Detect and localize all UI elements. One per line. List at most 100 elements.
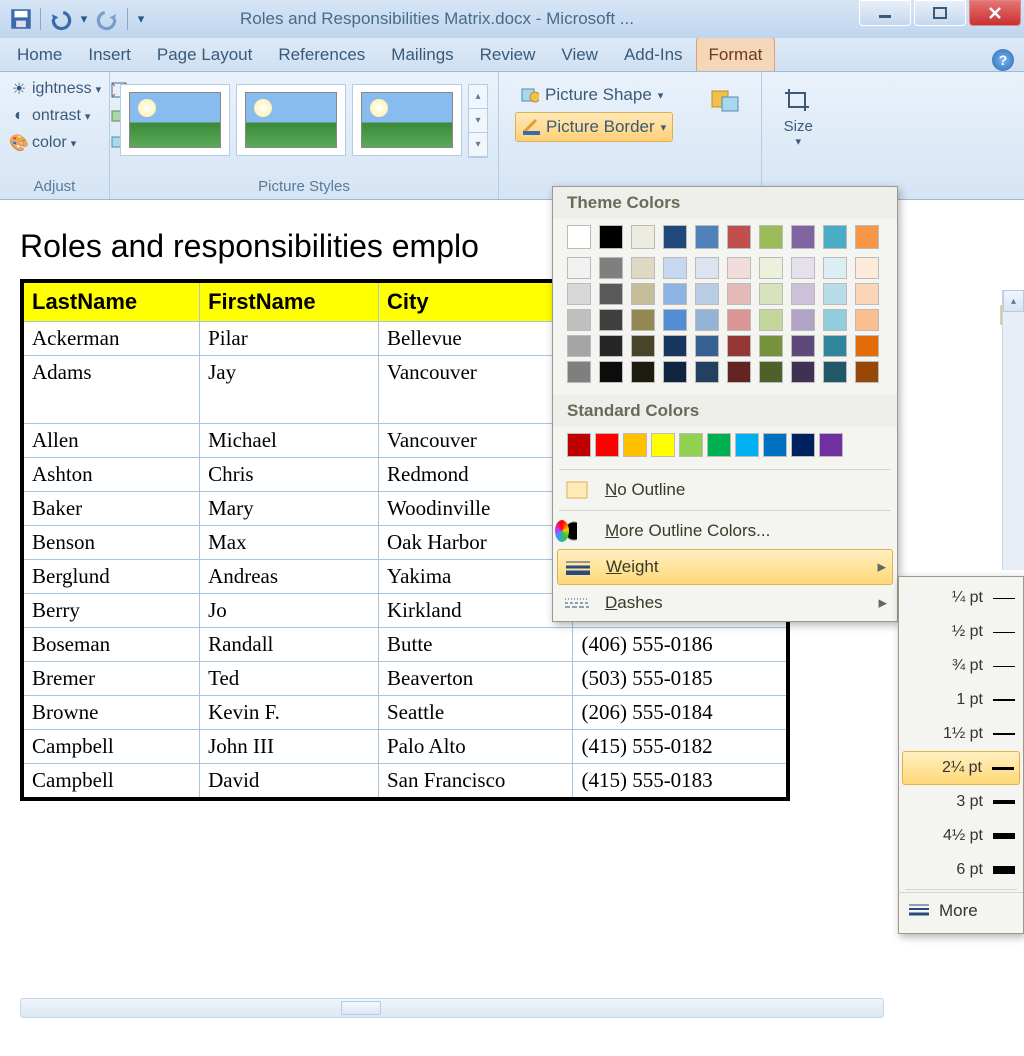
color-swatch[interactable] xyxy=(759,361,783,383)
color-swatch[interactable] xyxy=(791,225,815,249)
weight-option[interactable]: 3 pt xyxy=(899,785,1023,819)
weight-option[interactable]: 6 pt xyxy=(899,853,1023,887)
color-swatch[interactable] xyxy=(759,335,783,357)
color-swatch[interactable] xyxy=(663,257,687,279)
color-swatch[interactable] xyxy=(567,257,591,279)
color-swatch[interactable] xyxy=(759,309,783,331)
color-swatch[interactable] xyxy=(695,225,719,249)
color-swatch[interactable] xyxy=(823,335,847,357)
redo-button[interactable] xyxy=(95,7,121,31)
undo-button[interactable] xyxy=(47,7,73,31)
color-swatch[interactable] xyxy=(791,309,815,331)
color-swatch[interactable] xyxy=(679,433,703,457)
color-swatch[interactable] xyxy=(855,225,879,249)
weight-option[interactable]: 2¼ pt xyxy=(902,751,1020,785)
color-swatch[interactable] xyxy=(631,361,655,383)
color-swatch[interactable] xyxy=(727,225,751,249)
color-swatch[interactable] xyxy=(567,335,591,357)
tab-page-layout[interactable]: Page Layout xyxy=(144,37,265,71)
close-button[interactable] xyxy=(969,0,1021,26)
color-swatch[interactable] xyxy=(759,257,783,279)
color-swatch[interactable] xyxy=(727,361,751,383)
color-swatch[interactable] xyxy=(567,283,591,305)
color-swatch[interactable] xyxy=(623,433,647,457)
color-swatch[interactable] xyxy=(599,361,623,383)
color-swatch[interactable] xyxy=(599,257,623,279)
color-swatch[interactable] xyxy=(695,361,719,383)
color-swatch[interactable] xyxy=(599,225,623,249)
color-swatch[interactable] xyxy=(599,283,623,305)
color-swatch[interactable] xyxy=(855,283,879,305)
picture-border-button[interactable]: Picture Border ▾ xyxy=(515,112,673,142)
weight-option[interactable]: ¾ pt xyxy=(899,649,1023,683)
color-swatch[interactable] xyxy=(567,309,591,331)
color-swatch[interactable] xyxy=(631,309,655,331)
more-lines-item[interactable]: More xyxy=(899,892,1023,929)
color-swatch[interactable] xyxy=(855,257,879,279)
help-button[interactable]: ? xyxy=(992,49,1014,71)
color-swatch[interactable] xyxy=(599,309,623,331)
weight-item[interactable]: Weight ▸ xyxy=(557,549,893,585)
color-swatch[interactable] xyxy=(855,361,879,383)
color-swatch[interactable] xyxy=(695,335,719,357)
color-swatch[interactable] xyxy=(791,433,815,457)
color-swatch[interactable] xyxy=(727,309,751,331)
save-button[interactable] xyxy=(8,7,34,31)
size-button[interactable]: Size ▾ xyxy=(768,76,828,154)
recolor-button[interactable]: 🎨color ▾ xyxy=(6,130,105,156)
color-swatch[interactable] xyxy=(735,433,759,457)
horizontal-scrollbar[interactable] xyxy=(20,998,884,1018)
contrast-button[interactable]: ◐ontrast ▾ xyxy=(6,103,105,129)
color-swatch[interactable] xyxy=(595,433,619,457)
tab-add-ins[interactable]: Add-Ins xyxy=(611,37,696,71)
color-swatch[interactable] xyxy=(663,335,687,357)
maximize-button[interactable] xyxy=(914,0,966,26)
picture-shape-button[interactable]: Picture Shape ▾ xyxy=(515,80,673,110)
tab-mailings[interactable]: Mailings xyxy=(378,37,466,71)
color-swatch[interactable] xyxy=(727,283,751,305)
more-outline-colors-item[interactable]: More Outline Colors... xyxy=(553,513,897,549)
color-swatch[interactable] xyxy=(791,361,815,383)
minimize-button[interactable] xyxy=(859,0,911,26)
brightness-button[interactable]: ☀ightness ▾ xyxy=(6,76,105,102)
tab-insert[interactable]: Insert xyxy=(75,37,144,71)
color-swatch[interactable] xyxy=(599,335,623,357)
color-swatch[interactable] xyxy=(695,309,719,331)
qat-customize[interactable]: ▾ xyxy=(134,7,148,31)
color-swatch[interactable] xyxy=(823,225,847,249)
color-swatch[interactable] xyxy=(727,257,751,279)
color-swatch[interactable] xyxy=(707,433,731,457)
tab-review[interactable]: Review xyxy=(467,37,549,71)
dashes-item[interactable]: Dashes ▸ xyxy=(553,585,897,621)
color-swatch[interactable] xyxy=(567,433,591,457)
color-swatch[interactable] xyxy=(663,361,687,383)
color-swatch[interactable] xyxy=(759,283,783,305)
color-swatch[interactable] xyxy=(823,361,847,383)
picture-style-2[interactable] xyxy=(236,84,346,156)
vertical-scrollbar[interactable]: ▴ xyxy=(1002,290,1024,570)
arrange-button[interactable] xyxy=(695,76,755,124)
weight-option[interactable]: 1 pt xyxy=(899,683,1023,717)
color-swatch[interactable] xyxy=(823,309,847,331)
color-swatch[interactable] xyxy=(819,433,843,457)
tab-format[interactable]: Format xyxy=(696,37,776,71)
color-swatch[interactable] xyxy=(663,309,687,331)
color-swatch[interactable] xyxy=(631,335,655,357)
color-swatch[interactable] xyxy=(855,335,879,357)
tab-home[interactable]: Home xyxy=(4,37,75,71)
color-swatch[interactable] xyxy=(763,433,787,457)
weight-option[interactable]: ¼ pt xyxy=(899,581,1023,615)
weight-option[interactable]: 1½ pt xyxy=(899,717,1023,751)
picture-style-3[interactable] xyxy=(352,84,462,156)
undo-dropdown[interactable]: ▾ xyxy=(77,7,91,31)
color-swatch[interactable] xyxy=(791,335,815,357)
color-swatch[interactable] xyxy=(791,257,815,279)
tab-references[interactable]: References xyxy=(265,37,378,71)
color-swatch[interactable] xyxy=(631,225,655,249)
gallery-scroll[interactable]: ▴▾▾ xyxy=(468,84,488,158)
color-swatch[interactable] xyxy=(663,283,687,305)
weight-option[interactable]: 4½ pt xyxy=(899,819,1023,853)
color-swatch[interactable] xyxy=(823,257,847,279)
color-swatch[interactable] xyxy=(631,257,655,279)
color-swatch[interactable] xyxy=(823,283,847,305)
